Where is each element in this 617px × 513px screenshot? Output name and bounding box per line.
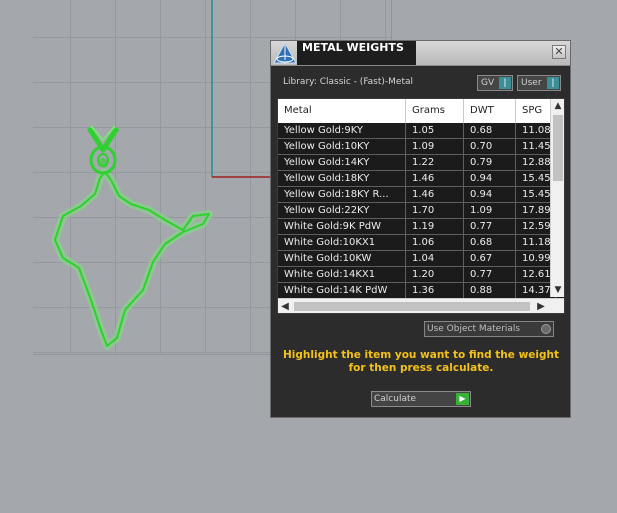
cell-dwt: 0.77 <box>464 267 516 282</box>
metals-table[interactable]: Metal Grams DWT SPG Yellow Gold:9KY 1.05 0… <box>277 98 565 314</box>
panel-title: METAL WEIGHTS <box>301 41 416 65</box>
table-row[interactable]: Yellow Gold:9KY 1.05 0.68 11.08 <box>278 123 556 139</box>
table-row[interactable]: White Gold:10KX1 1.06 0.68 11.18 <box>278 235 556 251</box>
cell-dwt: 0.88 <box>464 283 516 298</box>
close-button[interactable]: ✕ <box>552 45 566 59</box>
table-row[interactable]: White Gold:9K PdW 1.19 0.77 12.59 <box>278 219 556 235</box>
cell-dwt: 0.70 <box>464 139 516 154</box>
table-row[interactable]: White Gold:14KX1 1.20 0.77 12.61 <box>278 267 556 283</box>
pendant-model <box>51 125 213 350</box>
table-row[interactable]: Yellow Gold:10KY 1.09 0.70 11.45 <box>278 139 556 155</box>
table-row[interactable]: Yellow Gold:14KY 1.22 0.79 12.88 <box>278 155 556 171</box>
cell-grams: 1.09 <box>406 139 464 154</box>
column-header-metal[interactable]: Metal <box>278 99 406 123</box>
calculate-label: Calculate <box>374 394 417 404</box>
gv-toggle-label: GV <box>481 78 495 88</box>
radio-icon <box>541 324 551 334</box>
scroll-up-icon[interactable]: ▲ <box>551 99 564 113</box>
use-object-materials-toggle[interactable]: Use Object Materials <box>424 321 554 337</box>
cell-metal: Yellow Gold:10KY <box>278 139 406 154</box>
cell-grams: 1.06 <box>406 235 464 250</box>
cell-metal: Yellow Gold:9KY <box>278 123 406 138</box>
cell-grams: 1.22 <box>406 155 464 170</box>
cell-dwt: 0.68 <box>464 123 516 138</box>
table-header: Metal Grams DWT SPG <box>278 99 556 123</box>
metal-weights-panel: METAL WEIGHTS ✕ Library: Classic - (Fast… <box>270 40 571 418</box>
cell-dwt: 0.67 <box>464 251 516 266</box>
use-object-materials-label: Use Object Materials <box>427 324 521 334</box>
vertical-scroll-thumb[interactable] <box>553 115 563 181</box>
table-body: Yellow Gold:9KY 1.05 0.68 11.08 Yellow Gold:… <box>278 123 556 299</box>
cell-metal: White Gold:10KX1 <box>278 235 406 250</box>
cell-metal: Yellow Gold:22KY <box>278 203 406 218</box>
cell-metal: Yellow Gold:18KY R... <box>278 187 406 202</box>
cell-metal: White Gold:10KW <box>278 251 406 266</box>
cell-grams: 1.46 <box>406 171 464 186</box>
play-icon: ▶ <box>456 393 469 405</box>
cell-grams: 1.20 <box>406 267 464 282</box>
library-label: Library: Classic - (Fast)-Metal <box>283 77 414 87</box>
panel-title-bar[interactable]: METAL WEIGHTS ✕ <box>271 41 570 66</box>
table-row[interactable]: White Gold:14K PdW 1.36 0.88 14.37 <box>278 283 556 299</box>
cell-dwt: 0.68 <box>464 235 516 250</box>
table-row[interactable]: White Gold:10KW 1.04 0.67 10.99 <box>278 251 556 267</box>
scroll-right-icon[interactable]: ▶ <box>534 299 548 313</box>
horizontal-scrollbar[interactable]: ◀ ▶ <box>278 298 564 313</box>
cell-dwt: 1.09 <box>464 203 516 218</box>
scroll-down-icon[interactable]: ▼ <box>551 283 564 297</box>
table-row[interactable]: Yellow Gold:18KY R... 1.46 0.94 15.45 <box>278 187 556 203</box>
cell-dwt: 0.94 <box>464 171 516 186</box>
horizontal-scroll-thumb[interactable] <box>294 302 530 311</box>
cell-metal: White Gold:14K PdW <box>278 283 406 298</box>
column-header-dwt[interactable]: DWT <box>464 99 516 123</box>
calculate-button[interactable]: Calculate ▶ <box>371 391 471 407</box>
vertical-scrollbar[interactable]: ▲ ▼ <box>550 99 564 297</box>
cell-grams: 1.05 <box>406 123 464 138</box>
gv-toggle[interactable]: GV ǀ <box>477 75 513 91</box>
column-header-grams[interactable]: Grams <box>406 99 464 123</box>
cell-grams: 1.04 <box>406 251 464 266</box>
cell-grams: 1.70 <box>406 203 464 218</box>
instruction-text: Highlight the item you want to find the … <box>283 349 559 374</box>
cell-dwt: 0.77 <box>464 219 516 234</box>
scroll-left-icon[interactable]: ◀ <box>278 299 292 313</box>
cell-grams: 1.36 <box>406 283 464 298</box>
table-row[interactable]: Yellow Gold:22KY 1.70 1.09 17.89 <box>278 203 556 219</box>
cell-metal: White Gold:14KX1 <box>278 267 406 282</box>
panel-title-label: METAL WEIGHTS <box>302 41 404 54</box>
cell-metal: Yellow Gold:14KY <box>278 155 406 170</box>
cell-metal: Yellow Gold:18KY <box>278 171 406 186</box>
cell-dwt: 0.94 <box>464 187 516 202</box>
table-row[interactable]: Yellow Gold:18KY 1.46 0.94 15.45 <box>278 171 556 187</box>
cell-grams: 1.19 <box>406 219 464 234</box>
cell-grams: 1.46 <box>406 187 464 202</box>
user-toggle-label: User <box>521 78 542 88</box>
close-icon: ✕ <box>554 45 564 58</box>
user-toggle[interactable]: User ǀ <box>517 75 561 91</box>
cell-metal: White Gold:9K PdW <box>278 219 406 234</box>
cell-dwt: 0.79 <box>464 155 516 170</box>
toggle-knob-icon: ǀ <box>499 77 511 89</box>
matrix-logo-icon <box>273 42 297 64</box>
toggle-knob-icon: ǀ <box>547 77 559 89</box>
